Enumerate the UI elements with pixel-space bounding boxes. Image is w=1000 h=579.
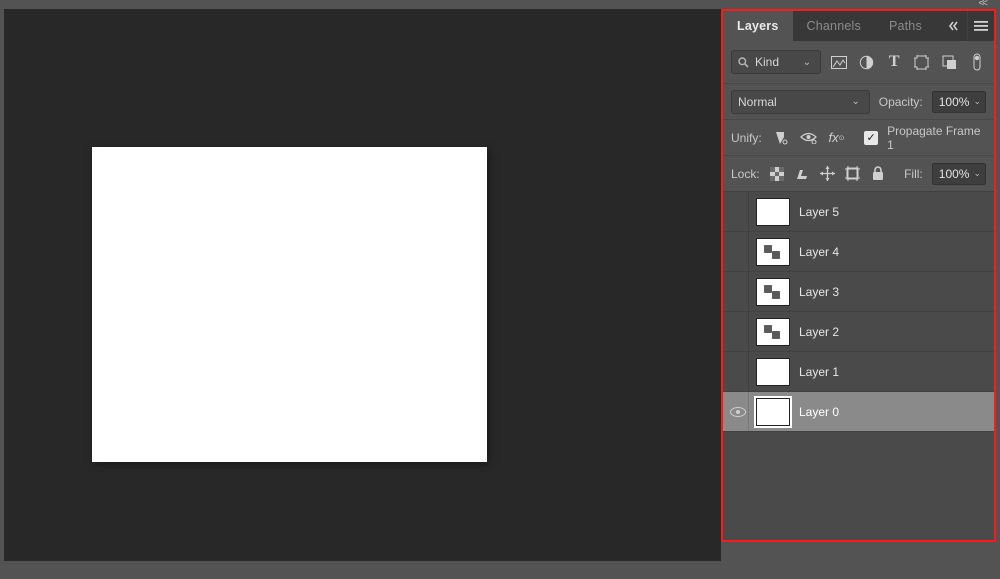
opacity-value: 100% <box>939 95 970 109</box>
bottom-gutter <box>0 561 721 579</box>
tab-paths[interactable]: Paths <box>875 11 936 41</box>
lock-transparency-icon[interactable] <box>769 164 785 184</box>
unify-visibility-icon[interactable] <box>799 128 818 148</box>
chevron-down-icon: ⌄ <box>802 57 812 68</box>
main-wrap: Layers Channels Paths <box>0 9 1000 579</box>
layer-row[interactable]: Layer 2 <box>723 312 994 352</box>
topstrip: << <box>0 0 1000 9</box>
blend-mode-value: Normal <box>738 95 777 109</box>
fill-value: 100% <box>939 167 970 181</box>
tab-channels[interactable]: Channels <box>793 11 875 41</box>
expand-collapse-icon[interactable] <box>941 11 967 41</box>
tab-layers[interactable]: Layers <box>723 11 793 41</box>
filter-smart-icon[interactable] <box>940 52 959 72</box>
layer-thumbnail[interactable] <box>757 239 789 265</box>
propagate-label: Propagate Frame 1 <box>887 124 986 152</box>
layer-row[interactable]: Layer 3 <box>723 272 994 312</box>
filter-type-icon[interactable]: T <box>885 52 904 72</box>
filter-mode-select[interactable]: Kind ⌄ <box>731 50 821 74</box>
layers-panel-wrap: Layers Channels Paths <box>721 9 1000 579</box>
panel-menu-icon[interactable] <box>968 11 994 41</box>
visibility-toggle[interactable] <box>727 272 749 311</box>
canvas-area[interactable] <box>0 9 721 579</box>
layers-list: Layer 5 Layer 4 Layer 3 Layer 2 Layer 1 Layer… <box>723 191 994 540</box>
unify-position-icon[interactable] <box>771 128 790 148</box>
layer-name[interactable]: Layer 1 <box>799 365 839 379</box>
layer-thumbnail[interactable] <box>757 279 789 305</box>
chevron-down-icon: ⌄ <box>973 96 981 107</box>
chevron-down-icon: ⌄ <box>851 96 861 107</box>
layers-panel: Layers Channels Paths <box>723 11 994 540</box>
visibility-toggle[interactable] <box>727 312 749 351</box>
layer-row[interactable]: Layer 5 <box>723 192 994 232</box>
blend-row: Normal ⌄ Opacity: 100% ⌄ <box>723 83 994 119</box>
search-icon <box>738 57 749 68</box>
left-edge <box>0 9 4 579</box>
visibility-toggle[interactable] <box>727 232 749 271</box>
lock-image-icon[interactable] <box>794 164 810 184</box>
canvas-page[interactable] <box>92 147 487 462</box>
layer-name[interactable]: Layer 3 <box>799 285 839 299</box>
filter-shape-icon[interactable] <box>913 52 932 72</box>
visibility-toggle[interactable] <box>727 192 749 231</box>
filter-pixel-icon[interactable] <box>830 52 849 72</box>
opacity-label: Opacity: <box>879 95 923 109</box>
lock-all-icon[interactable] <box>870 164 886 184</box>
filter-mode-label: Kind <box>755 55 779 69</box>
unify-label: Unify: <box>731 131 762 145</box>
lock-row: Lock: <box>723 155 994 191</box>
layer-filter-row: Kind ⌄ T <box>723 41 994 83</box>
lock-artboard-icon[interactable] <box>845 164 861 184</box>
collapse-icon[interactable]: << <box>978 0 986 9</box>
unify-style-icon[interactable]: fx⊙ <box>827 128 846 148</box>
layer-name[interactable]: Layer 5 <box>799 205 839 219</box>
chevron-down-icon: ⌄ <box>973 168 981 179</box>
layer-thumbnail[interactable] <box>757 399 789 425</box>
visibility-toggle[interactable] <box>727 352 749 391</box>
lock-position-icon[interactable] <box>819 164 835 184</box>
layer-thumbnail[interactable] <box>757 319 789 345</box>
layer-row[interactable]: Layer 1 <box>723 352 994 392</box>
layer-thumbnail[interactable] <box>757 359 789 385</box>
blend-mode-select[interactable]: Normal ⌄ <box>731 90 870 114</box>
fill-label: Fill: <box>904 167 923 181</box>
fill-input[interactable]: 100% ⌄ <box>932 163 986 185</box>
layer-name[interactable]: Layer 2 <box>799 325 839 339</box>
layer-row[interactable]: Layer 0 <box>723 392 994 432</box>
unify-row: Unify: fx⊙ ✓ Propagate Frame 1 <box>723 119 994 155</box>
filter-toggle-icon[interactable] <box>968 52 987 72</box>
propagate-checkbox[interactable]: ✓ <box>864 131 878 145</box>
layer-name[interactable]: Layer 0 <box>799 405 839 419</box>
eye-icon <box>730 407 746 417</box>
panel-tabs: Layers Channels Paths <box>723 11 994 41</box>
layer-name[interactable]: Layer 4 <box>799 245 839 259</box>
lock-label: Lock: <box>731 167 760 181</box>
layers-panel-highlight: Layers Channels Paths <box>721 9 996 542</box>
layer-thumbnail[interactable] <box>757 199 789 225</box>
layer-row[interactable]: Layer 4 <box>723 232 994 272</box>
visibility-toggle[interactable] <box>727 392 749 431</box>
filter-adjust-icon[interactable] <box>858 52 877 72</box>
opacity-input[interactable]: 100% ⌄ <box>932 91 986 113</box>
